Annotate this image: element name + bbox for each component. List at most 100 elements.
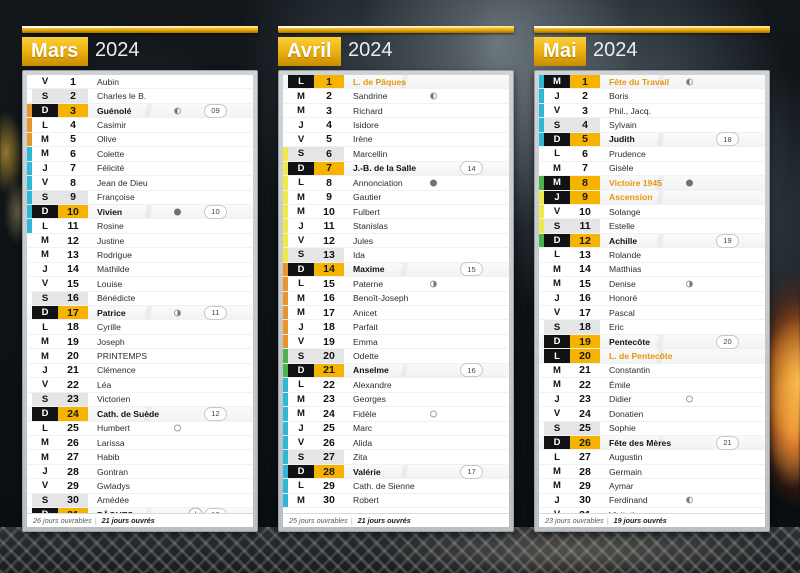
day-row[interactable]: D 26 Fête des Mères 21 <box>539 435 765 451</box>
day-row[interactable]: D 19 Pentecôte 20 <box>539 334 765 350</box>
day-row[interactable]: J 28 Gontran <box>27 464 253 480</box>
day-row[interactable]: D 24 Cath. de Suède 12 <box>27 406 253 422</box>
day-row[interactable]: M 21 Constantin <box>539 363 765 379</box>
day-row[interactable]: M 22 Émile <box>539 378 765 393</box>
day-row[interactable]: M 28 Germain <box>539 464 765 480</box>
day-row[interactable]: S 6 Marcellin <box>283 147 509 162</box>
day-row[interactable]: M 27 Habib <box>27 450 253 465</box>
day-row[interactable]: L 20 L. de Pentecôte <box>539 349 765 364</box>
day-row[interactable]: V 26 Alida <box>283 435 509 451</box>
day-row[interactable]: M 14 Matthias <box>539 262 765 278</box>
day-row[interactable]: J 4 Isidore <box>283 118 509 133</box>
day-row[interactable]: L 8 Annonciation <box>283 176 509 191</box>
day-row[interactable]: S 18 Eric <box>539 320 765 335</box>
day-row[interactable]: V 22 Léa <box>27 378 253 393</box>
day-row[interactable]: M 26 Larissa <box>27 435 253 451</box>
day-row[interactable]: V 1 Aubin <box>27 75 253 90</box>
day-row[interactable]: V 15 Louise <box>27 277 253 292</box>
day-row[interactable]: D 3 Guénolé 09 <box>27 103 253 119</box>
day-row[interactable]: L 1 L. de Pâques <box>283 75 509 90</box>
day-row[interactable]: M 17 Anicet <box>283 306 509 321</box>
day-number: 28 <box>570 464 600 479</box>
day-number: 22 <box>58 378 88 392</box>
day-row[interactable]: M 13 Rodrigue <box>27 248 253 263</box>
day-row[interactable]: J 21 Clémence <box>27 363 253 379</box>
week-number-badge: 19 <box>716 233 739 248</box>
day-row[interactable]: J 30 Ferdinand <box>539 493 765 509</box>
day-row[interactable]: M 30 Robert <box>283 493 509 509</box>
day-row[interactable]: D 21 Anselme 16 <box>283 363 509 379</box>
day-row[interactable]: S 4 Sylvain <box>539 118 765 133</box>
day-row[interactable]: L 6 Prudence <box>539 147 765 162</box>
day-row[interactable]: M 3 Richard <box>283 103 509 119</box>
month-card: M 1 Fête du Travail J 2 Boris V 3 Phil., Jacq. S 4… <box>534 70 770 532</box>
day-row[interactable]: S 20 Odette <box>283 349 509 364</box>
day-row[interactable]: M 5 Olive <box>27 132 253 148</box>
day-row[interactable]: M 6 Colette <box>27 147 253 162</box>
day-number: 3 <box>58 103 88 118</box>
day-row[interactable]: J 2 Boris <box>539 89 765 104</box>
day-row[interactable]: D 7 J.-B. de la Salle 14 <box>283 161 509 177</box>
day-row[interactable]: V 5 Irène <box>283 132 509 148</box>
day-row[interactable]: M 2 Sandrine <box>283 89 509 104</box>
day-row[interactable]: V 17 Pascal <box>539 306 765 321</box>
saint-or-holiday-name: Pascal <box>609 307 635 318</box>
day-row[interactable]: S 13 Ida <box>283 248 509 263</box>
day-row[interactable]: M 16 Benoît-Joseph <box>283 291 509 306</box>
day-row[interactable]: M 8 Victoire 1945 <box>539 176 765 191</box>
day-row[interactable]: M 9 Gautier <box>283 190 509 205</box>
day-row[interactable]: D 12 Achille 19 <box>539 233 765 249</box>
day-row[interactable]: L 4 Casimir <box>27 118 253 133</box>
day-row[interactable]: J 23 Didier <box>539 392 765 408</box>
day-row[interactable]: L 25 Humbert <box>27 421 253 436</box>
day-row[interactable]: M 24 Fidèle <box>283 407 509 422</box>
day-row[interactable]: S 9 Françoise <box>27 190 253 205</box>
day-row[interactable]: L 27 Augustin <box>539 450 765 465</box>
day-row[interactable]: D 17 Patrice 11 <box>27 305 253 321</box>
day-row[interactable]: V 19 Emma <box>283 334 509 350</box>
day-row[interactable]: L 15 Paterne <box>283 277 509 292</box>
day-row[interactable]: J 25 Marc <box>283 421 509 436</box>
day-row[interactable]: S 30 Amédée <box>27 493 253 509</box>
day-row[interactable]: V 29 Gwladys <box>27 479 253 494</box>
day-row[interactable]: D 5 Judith 18 <box>539 132 765 148</box>
day-row[interactable]: S 11 Estelle <box>539 219 765 234</box>
day-row[interactable]: V 12 Jules <box>283 233 509 249</box>
day-row[interactable]: L 22 Alexandre <box>283 378 509 393</box>
day-row[interactable]: M 23 Georges <box>283 392 509 408</box>
day-number: 9 <box>570 190 600 204</box>
day-row[interactable]: S 16 Bénédicte <box>27 291 253 306</box>
day-row[interactable]: M 19 Joseph <box>27 334 253 350</box>
saint-or-holiday-name: Sandrine <box>353 91 388 102</box>
day-row[interactable]: J 11 Stanislas <box>283 219 509 234</box>
day-row[interactable]: L 11 Rosine <box>27 219 253 234</box>
day-row[interactable]: D 14 Maxime 15 <box>283 262 509 278</box>
day-of-week-letter: L <box>288 75 314 89</box>
day-row[interactable]: S 25 Sophie <box>539 421 765 436</box>
day-row[interactable]: V 10 Solange <box>539 204 765 220</box>
day-row[interactable]: V 8 Jean de Dieu <box>27 176 253 191</box>
day-row[interactable]: M 7 Gisèle <box>539 161 765 177</box>
day-row[interactable]: J 9 Ascension <box>539 190 765 205</box>
day-row[interactable]: M 1 Fête du Travail <box>539 75 765 90</box>
day-row[interactable]: J 16 Honoré <box>539 291 765 306</box>
day-row[interactable]: S 2 Charles le B. <box>27 89 253 104</box>
day-row[interactable]: V 24 Donatien <box>539 407 765 422</box>
day-row[interactable]: S 27 Zita <box>283 450 509 465</box>
day-row[interactable]: D 28 Valérie 17 <box>283 464 509 480</box>
day-row[interactable]: J 7 Félicité <box>27 161 253 177</box>
day-row[interactable]: V 3 Phil., Jacq. <box>539 103 765 119</box>
day-row[interactable]: S 23 Victorien <box>27 392 253 408</box>
day-row[interactable]: M 29 Aymar <box>539 479 765 494</box>
day-row[interactable]: D 10 Vivien 10 <box>27 204 253 220</box>
day-row[interactable]: L 13 Rolande <box>539 248 765 263</box>
day-row[interactable]: M 10 Fulbert <box>283 204 509 220</box>
day-row[interactable]: M 15 Denise <box>539 277 765 292</box>
day-of-week-letter: D <box>32 103 58 118</box>
day-row[interactable]: L 18 Cyrille <box>27 320 253 335</box>
day-row[interactable]: J 14 Mathilde <box>27 262 253 278</box>
day-row[interactable]: L 29 Cath. de Sienne <box>283 479 509 494</box>
day-row[interactable]: M 20 PRINTEMPS <box>27 349 253 364</box>
day-row[interactable]: M 12 Justine <box>27 233 253 249</box>
day-row[interactable]: J 18 Parfait <box>283 320 509 335</box>
